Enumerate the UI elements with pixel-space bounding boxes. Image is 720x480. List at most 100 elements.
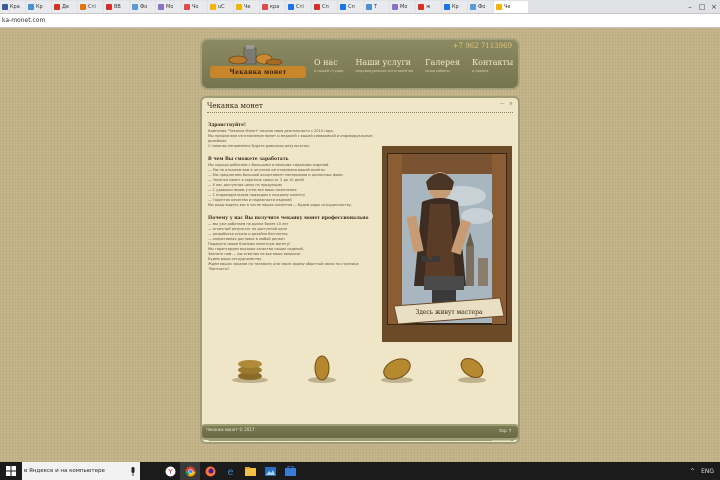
coin-icon: [308, 355, 336, 383]
browser-tab[interactable]: Де: [52, 1, 77, 13]
close-panel-icon[interactable]: ×: [509, 101, 513, 107]
browser-tab[interactable]: Сп: [338, 1, 363, 13]
tab-favicon-icon: [184, 4, 190, 10]
phone-number[interactable]: +7 962 7113969: [453, 42, 512, 50]
copyright-text: Чеканка монет © 2017: [206, 427, 255, 432]
tab-label: uC: [218, 4, 225, 10]
close-icon[interactable]: ×: [708, 1, 720, 13]
language-indicator[interactable]: ENG: [701, 468, 714, 475]
tab-label: Сті: [88, 4, 96, 10]
browser-tab[interactable]: Кр: [26, 1, 51, 13]
browser-tab[interactable]: Сті: [286, 1, 311, 13]
coin-icon: [381, 358, 413, 383]
taskbar-search[interactable]: в Яндексе и на компьютере: [22, 462, 126, 480]
nav-title: Контакты: [471, 58, 514, 67]
tab-favicon-icon: [54, 4, 60, 10]
site-footer: Чеканка монет © 2017 top ↑: [200, 424, 520, 440]
tray-expand-icon[interactable]: ^: [690, 468, 695, 475]
browser-tab[interactable]: Мо: [156, 1, 181, 13]
content-panel: Чеканка монет — × Здравствуйте! Компания…: [200, 96, 520, 444]
coins-stack-icon: [228, 45, 283, 66]
main-nav: О нас о нашей студии Наши услуги индивид…: [314, 58, 513, 73]
tab-label: Де: [62, 4, 69, 10]
tab-label: Фо: [478, 4, 486, 10]
tab-favicon-icon: [288, 4, 294, 10]
microphone-icon[interactable]: [126, 462, 140, 480]
address-url[interactable]: ka-monet.com: [2, 17, 45, 24]
tab-label: Кр: [452, 4, 459, 10]
yandex-browser-icon[interactable]: Y: [160, 462, 180, 480]
tab-label: ж: [426, 4, 431, 10]
photos-icon[interactable]: [260, 462, 280, 480]
tab-favicon-icon: [444, 4, 450, 10]
start-button[interactable]: [0, 462, 22, 480]
tab-favicon-icon: [392, 4, 398, 10]
store-icon[interactable]: [280, 462, 300, 480]
content-controls: — ×: [500, 101, 513, 107]
tab-label: Сті: [296, 4, 304, 10]
nav-title: О нас: [314, 58, 338, 67]
tab-favicon-icon: [158, 4, 164, 10]
browser-tabstrip: Кра Кр Де Сті ВВ Фо Мо Чо uC Че кра Сті Сп Сп Т Мо ж Кр Фо…: [0, 0, 720, 14]
section-heading: Почему у нас Вы получите чеканку монет п…: [208, 216, 369, 221]
article-text: Здравствуйте! Компания "Чеканка Монет" н…: [208, 120, 382, 272]
browser-tab[interactable]: Сті: [78, 1, 103, 13]
browser-tab[interactable]: Фо: [130, 1, 155, 13]
file-explorer-icon[interactable]: [240, 462, 260, 480]
window-controls: – □ ×: [684, 1, 720, 13]
tab-label: Сп: [322, 4, 329, 10]
browser-tab[interactable]: uC: [208, 1, 233, 13]
nav-title: Наши услуги: [355, 58, 411, 67]
firefox-icon[interactable]: [200, 462, 220, 480]
tab-favicon-icon: [2, 4, 8, 10]
tab-label: Мо: [400, 4, 408, 10]
browser-tab[interactable]: Фо: [468, 1, 493, 13]
address-bar[interactable]: ka-monet.com: [0, 14, 720, 28]
search-placeholder: в Яндексе и на компьютере: [24, 468, 105, 474]
windows-taskbar: в Яндексе и на компьютере Y e ^ ENG: [0, 462, 720, 480]
nav-item-contacts[interactable]: Контакты и адреса: [472, 58, 513, 73]
closing-line: Ждём ваших заказов по телефону или через…: [208, 262, 359, 271]
back-to-top-link[interactable]: top ↑: [499, 429, 512, 434]
edge-icon[interactable]: e: [220, 462, 240, 480]
windows-icon: [6, 466, 16, 476]
nav-item-gallery[interactable]: Галерея наши работы: [425, 58, 460, 73]
browser-tab[interactable]: Че: [234, 1, 259, 13]
content-title: Чеканка монет: [207, 102, 263, 110]
tab-label: Мо: [166, 4, 174, 10]
coin-icon: [458, 357, 486, 383]
nav-subtitle: индивидуальное изготовление: [355, 69, 414, 73]
coin-stack-icon: [232, 360, 268, 383]
site-logo[interactable]: Чеканка монет: [208, 44, 308, 86]
minimize-icon[interactable]: –: [684, 1, 696, 13]
browser-tab[interactable]: Че: [494, 1, 528, 13]
svg-text:Y: Y: [167, 468, 173, 476]
section-heading: В чем Вы сможете заработать: [208, 157, 289, 162]
nav-subtitle: наши работы: [425, 69, 450, 73]
browser-tab[interactable]: ж: [416, 1, 441, 13]
intro-line: Мы предлагаем изготовление монет и медал…: [208, 134, 373, 143]
browser-tab[interactable]: Кр: [442, 1, 467, 13]
tab-label: Фо: [140, 4, 148, 10]
maximize-icon[interactable]: □: [696, 1, 708, 13]
browser-tab[interactable]: Мо: [390, 1, 415, 13]
tab-favicon-icon: [28, 4, 34, 10]
nav-item-about[interactable]: О нас о нашей студии: [314, 58, 343, 73]
chrome-icon[interactable]: [180, 462, 200, 480]
minimize-panel-icon[interactable]: —: [500, 101, 505, 107]
taskbar-apps: Y e: [160, 462, 300, 480]
browser-tab[interactable]: Сп: [312, 1, 337, 13]
tab-label: Че: [504, 4, 511, 10]
browser-tab[interactable]: ВВ: [104, 1, 129, 13]
browser-tab[interactable]: Чо: [182, 1, 207, 13]
title-divider: [207, 112, 513, 113]
browser-tab[interactable]: Кра: [0, 1, 25, 13]
nav-subtitle: о нашей студии: [314, 69, 344, 73]
browser-tab[interactable]: кра: [260, 1, 285, 13]
tab-favicon-icon: [470, 4, 476, 10]
browser-tab[interactable]: Т: [364, 1, 389, 13]
tab-favicon-icon: [80, 4, 86, 10]
tab-favicon-icon: [366, 4, 372, 10]
nav-title: Галерея: [425, 58, 460, 67]
nav-item-services[interactable]: Наши услуги индивидуальное изготовление: [355, 58, 413, 73]
